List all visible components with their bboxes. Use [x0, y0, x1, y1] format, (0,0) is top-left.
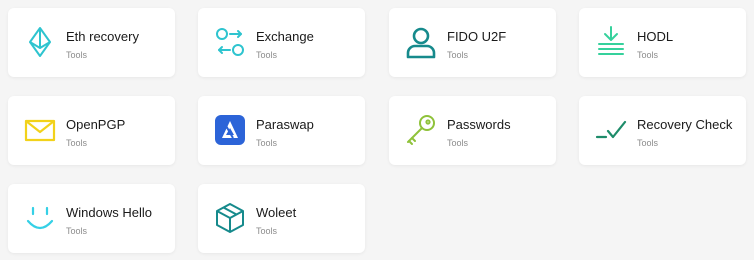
app-card-paraswap[interactable]: Paraswap Tools [198, 96, 365, 165]
app-catalog-grid: Eth recovery Tools Exchange Tools FIDO U… [0, 0, 754, 260]
app-name: FIDO U2F [447, 29, 507, 44]
app-category: Tools [637, 50, 659, 60]
app-card-recovery-check[interactable]: Recovery Check Tools [579, 96, 746, 165]
exchange-arrows-icon [212, 24, 248, 60]
app-name: Paraswap [256, 117, 314, 132]
app-category: Tools [447, 138, 469, 148]
app-card-woleet[interactable]: Woleet Tools [198, 184, 365, 253]
download-tray-icon [593, 24, 629, 60]
app-card-eth-recovery[interactable]: Eth recovery Tools [8, 8, 175, 77]
app-name: Windows Hello [66, 205, 152, 220]
app-name: HODL [637, 29, 674, 44]
envelope-icon [22, 112, 58, 148]
app-card-hodl[interactable]: HODL Tools [579, 8, 746, 77]
app-card-exchange[interactable]: Exchange Tools [198, 8, 365, 77]
app-category: Tools [637, 138, 659, 148]
app-card-windows-hello[interactable]: Windows Hello Tools [8, 184, 175, 253]
user-icon [403, 24, 439, 60]
app-name: Woleet [256, 205, 297, 220]
app-name: Eth recovery [66, 29, 139, 44]
checkmark-icon [593, 112, 629, 148]
app-category: Tools [256, 226, 278, 236]
app-card-fido-u2f[interactable]: FIDO U2F Tools [389, 8, 556, 77]
cube-icon [212, 200, 248, 236]
app-name: Exchange [256, 29, 314, 44]
app-name: Recovery Check [637, 117, 733, 132]
app-category: Tools [66, 50, 88, 60]
app-category: Tools [447, 50, 469, 60]
smiley-face-icon [22, 200, 58, 236]
app-category: Tools [66, 226, 88, 236]
app-name: OpenPGP [66, 117, 126, 132]
paraswap-logo-icon [212, 112, 248, 148]
app-category: Tools [256, 138, 278, 148]
key-icon [403, 112, 439, 148]
app-name: Passwords [447, 117, 511, 132]
app-card-passwords[interactable]: Passwords Tools [389, 96, 556, 165]
app-category: Tools [256, 50, 278, 60]
ethereum-icon [22, 24, 58, 60]
app-card-openpgp[interactable]: OpenPGP Tools [8, 96, 175, 165]
app-category: Tools [66, 138, 88, 148]
